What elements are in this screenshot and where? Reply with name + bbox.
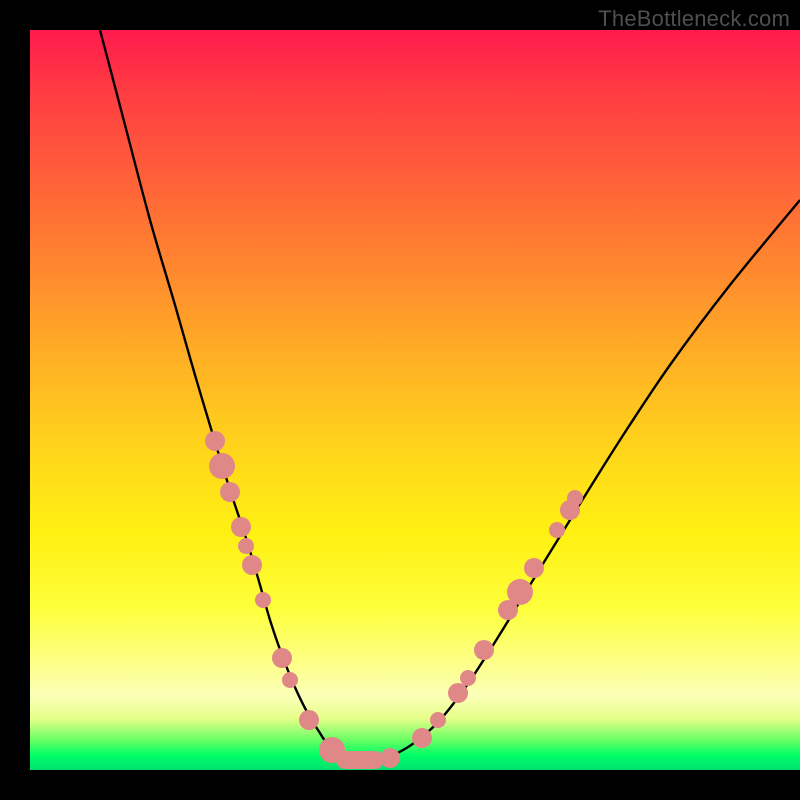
data-marker: [524, 558, 544, 578]
chart-frame: TheBottleneck.com: [0, 0, 800, 800]
data-marker: [549, 522, 565, 538]
data-marker: [209, 453, 235, 479]
watermark-text: TheBottleneck.com: [598, 6, 790, 32]
data-marker: [272, 648, 292, 668]
data-marker: [380, 748, 400, 768]
data-marker: [220, 482, 240, 502]
data-marker: [567, 490, 583, 506]
data-marker: [242, 555, 262, 575]
data-marker: [238, 538, 254, 554]
data-marker: [507, 579, 533, 605]
data-marker: [299, 710, 319, 730]
data-marker: [282, 672, 298, 688]
data-marker: [412, 728, 432, 748]
data-marker: [474, 640, 494, 660]
data-marker: [205, 431, 225, 451]
data-marker: [231, 517, 251, 537]
bottleneck-curve: [30, 30, 800, 770]
data-marker: [430, 712, 446, 728]
data-marker: [448, 683, 468, 703]
data-marker: [255, 592, 271, 608]
plot-area: [30, 30, 800, 770]
data-marker: [336, 751, 384, 769]
data-marker: [460, 670, 476, 686]
